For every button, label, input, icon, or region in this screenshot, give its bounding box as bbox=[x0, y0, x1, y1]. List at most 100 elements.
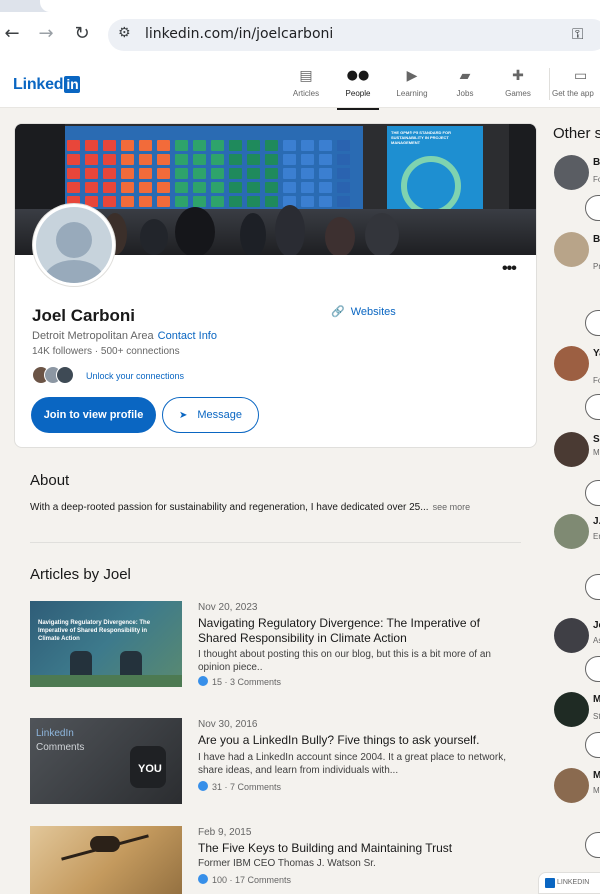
link-icon: 🔗 bbox=[331, 305, 345, 318]
banner-tile bbox=[193, 154, 206, 165]
banner-tile bbox=[229, 182, 242, 193]
banner-tile bbox=[103, 140, 116, 151]
banner-tile bbox=[85, 140, 98, 151]
rail-person-headline: As bbox=[593, 636, 600, 645]
like-icon bbox=[198, 874, 208, 884]
nav-get-app[interactable]: ▭ Get the app bbox=[552, 68, 600, 98]
nav-learning[interactable]: ▶ Learning bbox=[382, 68, 442, 98]
back-icon[interactable]: ← bbox=[0, 22, 24, 46]
banner-tile bbox=[193, 140, 206, 151]
article-thumbnail[interactable]: Navigating Regulatory Divergence: The Im… bbox=[30, 601, 182, 687]
article-thumbnail[interactable]: LinkedIn Comments YOU bbox=[30, 718, 182, 804]
rail-heading: Other s bbox=[553, 125, 600, 142]
site-settings-icon[interactable]: ⚙ bbox=[118, 25, 136, 45]
profile-name: Joel Carboni bbox=[32, 306, 135, 325]
article-title[interactable]: Are you a LinkedIn Bully? Five things to… bbox=[198, 733, 508, 748]
article-title[interactable]: Navigating Regulatory Divergence: The Im… bbox=[198, 616, 508, 646]
rail-person-name[interactable]: Je bbox=[593, 620, 600, 631]
profile-avatar[interactable] bbox=[33, 204, 115, 286]
follow-button[interactable] bbox=[585, 310, 600, 336]
nav-jobs[interactable]: ▰ Jobs bbox=[435, 68, 495, 98]
banner-tile bbox=[175, 196, 188, 207]
banner-tile bbox=[157, 182, 170, 193]
rail-person-name[interactable]: M bbox=[593, 694, 600, 705]
rail-person-name[interactable]: Ya bbox=[593, 348, 600, 359]
websites-link[interactable]: 🔗 Websites bbox=[331, 305, 396, 318]
rail-person-name[interactable]: B bbox=[593, 234, 600, 245]
banner-tile bbox=[229, 154, 242, 165]
forward-icon[interactable]: → bbox=[34, 22, 58, 46]
rail-person-headline: Fo bbox=[593, 376, 600, 385]
rail-person-headline: Pr bbox=[593, 262, 600, 271]
banner-tile bbox=[103, 196, 116, 207]
banner-tile bbox=[85, 168, 98, 179]
follow-button[interactable] bbox=[585, 195, 600, 221]
article-snippet: Former IBM CEO Thomas J. Watson Sr. bbox=[198, 858, 376, 869]
reload-icon[interactable]: ↻ bbox=[70, 22, 94, 46]
nav-people[interactable]: ●● People bbox=[328, 68, 388, 110]
avatar[interactable] bbox=[554, 346, 589, 381]
laptop-icon: ▭ bbox=[574, 68, 588, 84]
follow-button[interactable] bbox=[585, 574, 600, 600]
unlock-connections-link[interactable]: Unlock your connections bbox=[86, 371, 184, 381]
mutual-avatars[interactable] bbox=[32, 366, 82, 386]
banner-tile bbox=[157, 196, 170, 207]
message-button[interactable]: ➤ Message bbox=[162, 397, 259, 433]
messaging-chip[interactable]: LINKEDIN bbox=[538, 872, 600, 894]
like-icon bbox=[198, 781, 208, 791]
banner-tile bbox=[247, 168, 260, 179]
avatar[interactable] bbox=[554, 768, 589, 803]
linkedin-logo[interactable]: Linked in bbox=[13, 76, 81, 94]
linkedin-header: Linked in ▤ Articles ●● People ▶ Learning ▰ J… bbox=[0, 58, 600, 110]
rail-person-name[interactable]: M bbox=[593, 770, 600, 781]
article-thumbnail[interactable] bbox=[30, 826, 182, 894]
join-to-view-profile-button[interactable]: Join to view profile bbox=[31, 397, 156, 433]
banner-tile bbox=[283, 168, 296, 179]
banner-tile bbox=[301, 140, 314, 151]
banner-tile bbox=[265, 168, 278, 179]
rail-person-name[interactable]: Sh bbox=[593, 434, 600, 445]
articles-heading: Articles by Joel bbox=[30, 566, 131, 583]
follow-button[interactable] bbox=[585, 394, 600, 420]
follow-button[interactable] bbox=[585, 732, 600, 758]
more-options-icon[interactable]: ••• bbox=[502, 260, 517, 278]
active-tab[interactable] bbox=[40, 0, 600, 12]
connections-count: 500+ connections bbox=[100, 346, 180, 357]
banner-tile bbox=[67, 154, 80, 165]
avatar[interactable] bbox=[554, 618, 589, 653]
rail-person-name[interactable]: B bbox=[593, 157, 600, 168]
article-item[interactable]: LinkedIn Comments YOU Nov 30, 2016 Are y… bbox=[30, 718, 530, 808]
rail-person-name[interactable]: J. bbox=[593, 516, 600, 527]
password-key-icon[interactable]: ⚿ bbox=[572, 25, 583, 43]
avatar[interactable] bbox=[554, 692, 589, 727]
contact-info-link[interactable]: Contact Info bbox=[158, 330, 217, 342]
banner-tile bbox=[175, 140, 188, 151]
follow-button[interactable] bbox=[585, 832, 600, 858]
article-stats: 100 · 17 Comments bbox=[198, 874, 291, 885]
article-item[interactable]: Navigating Regulatory Divergence: The Im… bbox=[30, 601, 530, 691]
banner-tile bbox=[265, 154, 278, 165]
banner-tile bbox=[193, 196, 206, 207]
article-title[interactable]: The Five Keys to Building and Maintainin… bbox=[198, 841, 508, 856]
nav-articles[interactable]: ▤ Articles bbox=[276, 68, 336, 98]
people-icon: ●● bbox=[346, 68, 370, 83]
banner-tile bbox=[265, 140, 278, 151]
follow-button[interactable] bbox=[585, 656, 600, 682]
article-item[interactable]: Feb 9, 2015 The Five Keys to Building an… bbox=[30, 826, 530, 894]
url-text[interactable]: linkedin.com/in/joelcarboni bbox=[145, 26, 333, 42]
article-date: Feb 9, 2015 bbox=[198, 827, 252, 838]
banner-tile bbox=[121, 196, 134, 207]
avatar[interactable] bbox=[554, 232, 589, 267]
address-bar[interactable]: ⚙ linkedin.com/in/joelcarboni ⚿ bbox=[108, 19, 600, 51]
avatar[interactable] bbox=[554, 514, 589, 549]
avatar[interactable] bbox=[554, 432, 589, 467]
see-more-link[interactable]: see more bbox=[433, 502, 471, 512]
banner-tile bbox=[247, 182, 260, 193]
about-text: With a deep-rooted passion for sustainab… bbox=[30, 502, 471, 513]
follow-button[interactable] bbox=[585, 480, 600, 506]
banner-tile bbox=[301, 168, 314, 179]
avatar[interactable] bbox=[554, 155, 589, 190]
nav-games[interactable]: ✚ Games bbox=[488, 68, 548, 98]
rail-person-headline: M bbox=[593, 448, 600, 457]
article-thumbnail-text: Comments bbox=[36, 742, 85, 753]
